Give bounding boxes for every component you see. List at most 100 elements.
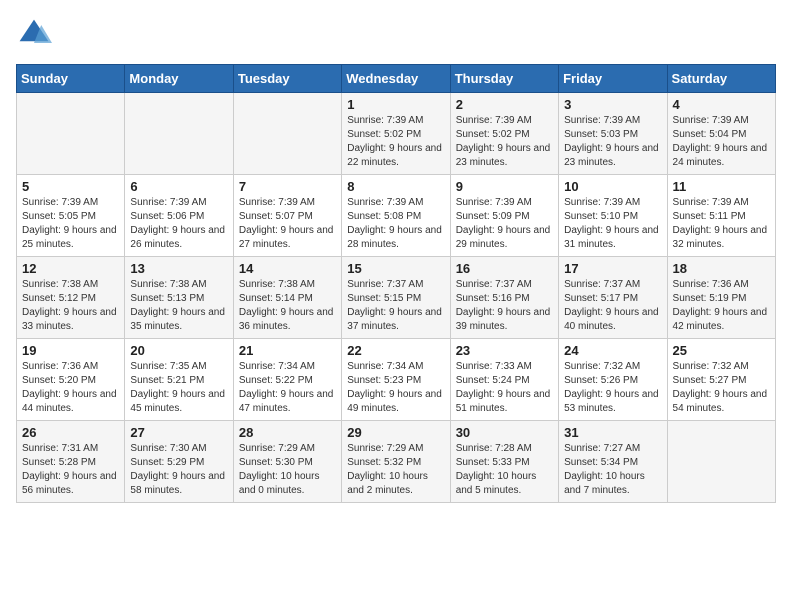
day-info: Sunrise: 7:36 AM Sunset: 5:20 PM Dayligh…: [22, 360, 119, 416]
day-info: Sunrise: 7:37 AM Sunset: 5:17 PM Dayligh…: [564, 278, 661, 334]
day-cell: 28 Sunrise: 7:29 AM Sunset: 5:30 PM Dayli…: [233, 421, 341, 503]
day-number: 24: [564, 343, 661, 358]
day-cell: 9 Sunrise: 7:39 AM Sunset: 5:09 PM Daylig…: [450, 175, 558, 257]
day-number: 28: [239, 425, 336, 440]
day-header-friday: Friday: [559, 65, 667, 93]
day-cell: 1Sunrise: 7:39 AM Sunset: 5:02 PM Daylig…: [342, 93, 450, 175]
day-cell: 13 Sunrise: 7:38 AM Sunset: 5:13 PM Dayli…: [125, 257, 233, 339]
day-cell: 8Sunrise: 7:39 AM Sunset: 5:08 PM Daylig…: [342, 175, 450, 257]
day-number: 9: [456, 179, 553, 194]
week-row-5: 26Sunrise: 7:31 AM Sunset: 5:28 PM Dayli…: [17, 421, 776, 503]
day-info: Sunrise: 7:29 AM Sunset: 5:30 PM Dayligh…: [239, 442, 336, 498]
day-info: Sunrise: 7:30 AM Sunset: 5:29 PM Dayligh…: [130, 442, 227, 498]
day-number: 27: [130, 425, 227, 440]
day-cell: [125, 93, 233, 175]
day-cell: 19Sunrise: 7:36 AM Sunset: 5:20 PM Dayli…: [17, 339, 125, 421]
header-row: SundayMondayTuesdayWednesdayThursdayFrid…: [17, 65, 776, 93]
week-row-2: 5 Sunrise: 7:39 AM Sunset: 5:05 PM Daylig…: [17, 175, 776, 257]
day-cell: 14 Sunrise: 7:38 AM Sunset: 5:14 PM Dayli…: [233, 257, 341, 339]
day-cell: 27 Sunrise: 7:30 AM Sunset: 5:29 PM Dayli…: [125, 421, 233, 503]
day-cell: 16 Sunrise: 7:37 AM Sunset: 5:16 PM Dayli…: [450, 257, 558, 339]
day-cell: 15 Sunrise: 7:37 AM Sunset: 5:15 PM Dayli…: [342, 257, 450, 339]
week-row-4: 19Sunrise: 7:36 AM Sunset: 5:20 PM Dayli…: [17, 339, 776, 421]
day-info: Sunrise: 7:33 AM Sunset: 5:24 PM Dayligh…: [456, 360, 553, 416]
day-number: 3: [564, 97, 661, 112]
day-info: Sunrise: 7:39 AM Sunset: 5:03 PM Dayligh…: [564, 114, 661, 170]
day-cell: 18Sunrise: 7:36 AM Sunset: 5:19 PM Dayli…: [667, 257, 775, 339]
day-number: 30: [456, 425, 553, 440]
day-info: Sunrise: 7:38 AM Sunset: 5:14 PM Dayligh…: [239, 278, 336, 334]
day-number: 16: [456, 261, 553, 276]
calendar-table: SundayMondayTuesdayWednesdayThursdayFrid…: [16, 64, 776, 503]
day-cell: 20 Sunrise: 7:35 AM Sunset: 5:21 PM Dayli…: [125, 339, 233, 421]
day-info: Sunrise: 7:39 AM Sunset: 5:05 PM Dayligh…: [22, 196, 119, 252]
day-number: 25: [673, 343, 770, 358]
day-cell: 25Sunrise: 7:32 AM Sunset: 5:27 PM Dayli…: [667, 339, 775, 421]
day-info: Sunrise: 7:34 AM Sunset: 5:23 PM Dayligh…: [347, 360, 444, 416]
calendar-header: SundayMondayTuesdayWednesdayThursdayFrid…: [17, 65, 776, 93]
day-cell: 5 Sunrise: 7:39 AM Sunset: 5:05 PM Daylig…: [17, 175, 125, 257]
day-header-monday: Monday: [125, 65, 233, 93]
day-info: Sunrise: 7:39 AM Sunset: 5:10 PM Dayligh…: [564, 196, 661, 252]
day-header-wednesday: Wednesday: [342, 65, 450, 93]
day-number: 7: [239, 179, 336, 194]
day-info: Sunrise: 7:39 AM Sunset: 5:11 PM Dayligh…: [673, 196, 770, 252]
day-info: Sunrise: 7:36 AM Sunset: 5:19 PM Dayligh…: [673, 278, 770, 334]
day-number: 26: [22, 425, 119, 440]
day-number: 17: [564, 261, 661, 276]
day-number: 23: [456, 343, 553, 358]
day-cell: 4 Sunrise: 7:39 AM Sunset: 5:04 PM Daylig…: [667, 93, 775, 175]
day-cell: 21 Sunrise: 7:34 AM Sunset: 5:22 PM Dayli…: [233, 339, 341, 421]
day-number: 20: [130, 343, 227, 358]
day-cell: 29Sunrise: 7:29 AM Sunset: 5:32 PM Dayli…: [342, 421, 450, 503]
day-number: 14: [239, 261, 336, 276]
day-number: 12: [22, 261, 119, 276]
day-number: 21: [239, 343, 336, 358]
day-info: Sunrise: 7:39 AM Sunset: 5:06 PM Dayligh…: [130, 196, 227, 252]
day-number: 11: [673, 179, 770, 194]
day-info: Sunrise: 7:39 AM Sunset: 5:07 PM Dayligh…: [239, 196, 336, 252]
day-info: Sunrise: 7:35 AM Sunset: 5:21 PM Dayligh…: [130, 360, 227, 416]
day-header-sunday: Sunday: [17, 65, 125, 93]
calendar-body: 1Sunrise: 7:39 AM Sunset: 5:02 PM Daylig…: [17, 93, 776, 503]
day-cell: 22 Sunrise: 7:34 AM Sunset: 5:23 PM Dayli…: [342, 339, 450, 421]
day-number: 31: [564, 425, 661, 440]
day-info: Sunrise: 7:38 AM Sunset: 5:13 PM Dayligh…: [130, 278, 227, 334]
logo-icon: [16, 16, 52, 52]
day-info: Sunrise: 7:34 AM Sunset: 5:22 PM Dayligh…: [239, 360, 336, 416]
day-number: 4: [673, 97, 770, 112]
day-cell: 12Sunrise: 7:38 AM Sunset: 5:12 PM Dayli…: [17, 257, 125, 339]
day-info: Sunrise: 7:32 AM Sunset: 5:26 PM Dayligh…: [564, 360, 661, 416]
day-header-tuesday: Tuesday: [233, 65, 341, 93]
day-cell: 3 Sunrise: 7:39 AM Sunset: 5:03 PM Daylig…: [559, 93, 667, 175]
day-number: 10: [564, 179, 661, 194]
day-info: Sunrise: 7:39 AM Sunset: 5:04 PM Dayligh…: [673, 114, 770, 170]
day-cell: 26Sunrise: 7:31 AM Sunset: 5:28 PM Dayli…: [17, 421, 125, 503]
day-number: 13: [130, 261, 227, 276]
day-cell: 6Sunrise: 7:39 AM Sunset: 5:06 PM Daylig…: [125, 175, 233, 257]
day-info: Sunrise: 7:39 AM Sunset: 5:09 PM Dayligh…: [456, 196, 553, 252]
day-number: 2: [456, 97, 553, 112]
week-row-1: 1Sunrise: 7:39 AM Sunset: 5:02 PM Daylig…: [17, 93, 776, 175]
day-info: Sunrise: 7:28 AM Sunset: 5:33 PM Dayligh…: [456, 442, 553, 498]
day-info: Sunrise: 7:27 AM Sunset: 5:34 PM Dayligh…: [564, 442, 661, 498]
day-cell: 17 Sunrise: 7:37 AM Sunset: 5:17 PM Dayli…: [559, 257, 667, 339]
day-cell: 2 Sunrise: 7:39 AM Sunset: 5:02 PM Daylig…: [450, 93, 558, 175]
day-header-thursday: Thursday: [450, 65, 558, 93]
day-cell: 10 Sunrise: 7:39 AM Sunset: 5:10 PM Dayli…: [559, 175, 667, 257]
day-info: Sunrise: 7:29 AM Sunset: 5:32 PM Dayligh…: [347, 442, 444, 498]
day-number: 5: [22, 179, 119, 194]
day-cell: [233, 93, 341, 175]
logo: [16, 16, 56, 52]
day-info: Sunrise: 7:39 AM Sunset: 5:02 PM Dayligh…: [456, 114, 553, 170]
day-cell: 23 Sunrise: 7:33 AM Sunset: 5:24 PM Dayli…: [450, 339, 558, 421]
day-header-saturday: Saturday: [667, 65, 775, 93]
day-number: 22: [347, 343, 444, 358]
day-number: 15: [347, 261, 444, 276]
day-cell: [17, 93, 125, 175]
day-info: Sunrise: 7:37 AM Sunset: 5:15 PM Dayligh…: [347, 278, 444, 334]
day-number: 8: [347, 179, 444, 194]
page-header: [16, 16, 776, 52]
day-info: Sunrise: 7:37 AM Sunset: 5:16 PM Dayligh…: [456, 278, 553, 334]
day-cell: 7 Sunrise: 7:39 AM Sunset: 5:07 PM Daylig…: [233, 175, 341, 257]
